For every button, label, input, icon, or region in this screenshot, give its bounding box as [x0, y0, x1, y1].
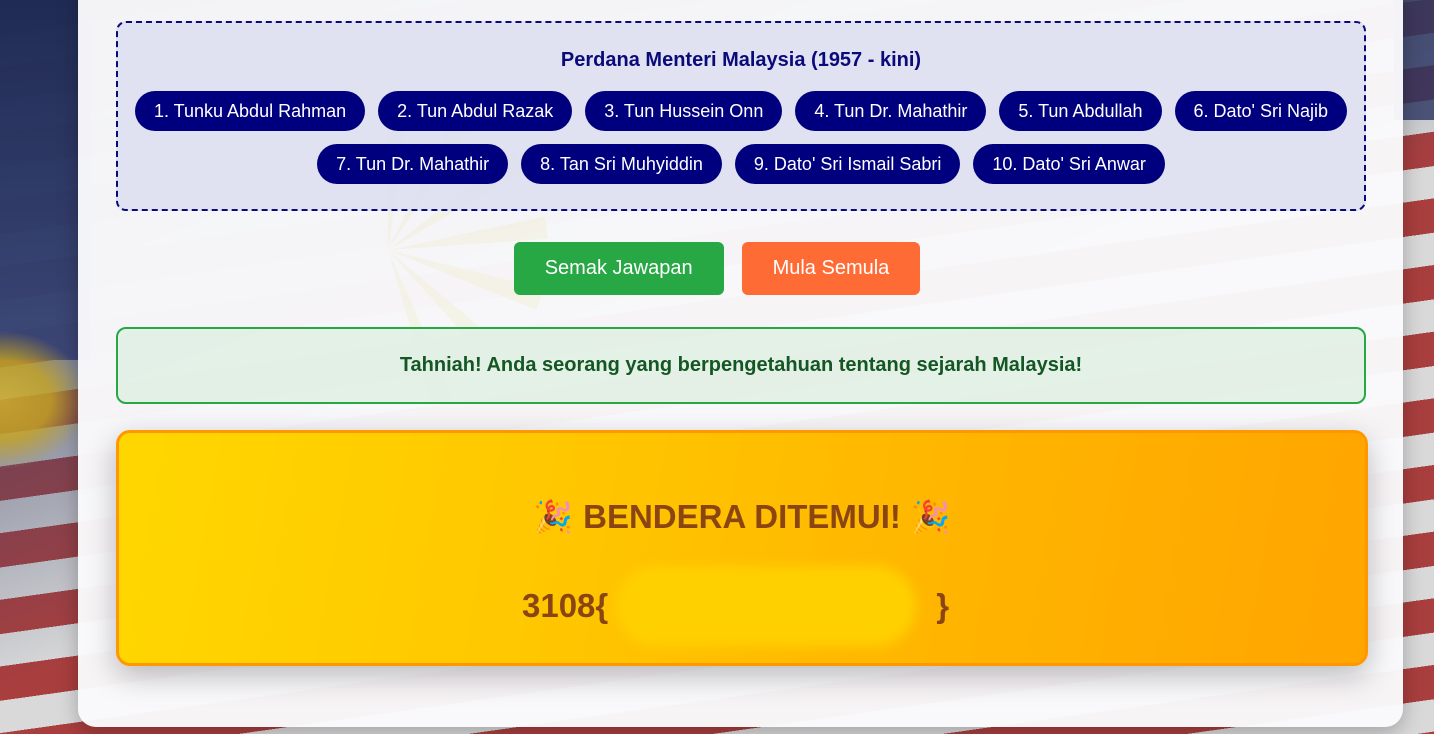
flag-value: 3108{ }	[522, 566, 949, 646]
result-message: Tahniah! Anda seorang yang berpengetahua…	[116, 327, 1366, 404]
prime-ministers-row-2: 7. Tun Dr. Mahathir 8. Tan Sri Muhyiddin…	[118, 144, 1364, 184]
pm-chip[interactable]: 9. Dato' Sri Ismail Sabri	[734, 144, 961, 184]
background-flag-star	[0, 330, 90, 470]
pm-chip[interactable]: 8. Tan Sri Muhyiddin	[521, 144, 722, 184]
pm-chip[interactable]: 6. Dato' Sri Najib	[1174, 91, 1348, 131]
pm-chip[interactable]: 10. Dato' Sri Anwar	[973, 144, 1165, 184]
restart-button[interactable]: Mula Semula	[741, 242, 921, 295]
pm-chip[interactable]: 1. Tunku Abdul Rahman	[134, 91, 366, 131]
pm-chip[interactable]: 2. Tun Abdul Razak	[378, 91, 573, 131]
flag-suffix: }	[936, 587, 950, 624]
pm-chip[interactable]: 7. Tun Dr. Mahathir	[317, 144, 509, 184]
pm-chip[interactable]: 4. Tun Dr. Mahathir	[795, 91, 987, 131]
flag-found-panel: 🎉 BENDERA DITEMUI! 🎉 3108{ }	[116, 430, 1368, 666]
background-flag-canton	[0, 0, 90, 360]
prime-ministers-row-1: 1. Tunku Abdul Rahman 2. Tun Abdul Razak…	[118, 91, 1364, 131]
redacted-flag-content	[616, 566, 917, 646]
party-popper-icon: 🎉	[533, 499, 574, 535]
flag-found-title: BENDERA DITEMUI!	[583, 498, 901, 535]
pm-chip[interactable]: 3. Tun Hussein Onn	[585, 91, 783, 131]
prime-ministers-title: Perdana Menteri Malaysia (1957 - kini)	[560, 49, 922, 71]
pm-chip[interactable]: 5. Tun Abdullah	[999, 91, 1162, 131]
flag-prefix: 3108{	[522, 587, 609, 624]
flag-found-heading: 🎉 BENDERA DITEMUI! 🎉	[119, 498, 1365, 536]
action-buttons: Semak Jawapan Mula Semula	[0, 242, 1434, 295]
check-answer-button[interactable]: Semak Jawapan	[513, 242, 724, 295]
prime-ministers-panel: Perdana Menteri Malaysia (1957 - kini) 1…	[116, 21, 1366, 211]
party-popper-icon: 🎉	[910, 499, 951, 535]
